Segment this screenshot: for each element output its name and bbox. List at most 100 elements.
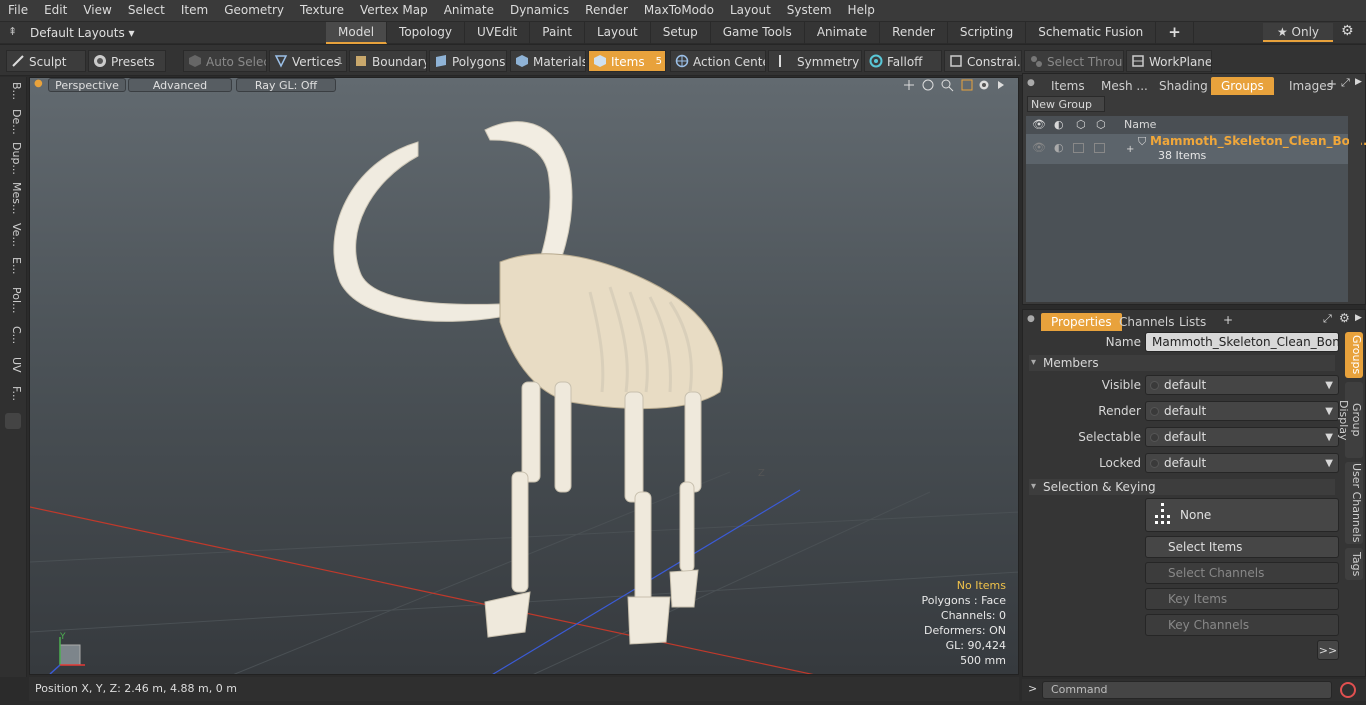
left-tab-curve[interactable]: C... (3, 321, 23, 349)
selectable-dropdown[interactable]: default ▼ (1145, 427, 1339, 447)
expand-row-icon[interactable]: + (1126, 144, 1134, 155)
group-list-scrollbar[interactable] (1349, 116, 1361, 302)
rotate-icon[interactable] (922, 79, 934, 91)
locked-dropdown[interactable]: default ▼ (1145, 453, 1339, 473)
add-props-tab-icon[interactable]: + (1223, 313, 1233, 327)
layout-dropdown[interactable]: Default Layouts ▾ (30, 22, 135, 44)
members-section[interactable]: Members (1029, 355, 1335, 371)
render-dropdown[interactable]: default ▼ (1145, 401, 1339, 421)
fit-icon[interactable] (961, 79, 973, 91)
menu-system[interactable]: System (779, 0, 840, 21)
gear-icon[interactable]: ⚙ (1341, 23, 1354, 39)
side-tab-groups[interactable]: Groups (1345, 332, 1363, 378)
key-channels-button[interactable]: Key Channels (1145, 614, 1339, 636)
tab-scripting[interactable]: Scripting (948, 22, 1027, 44)
viewport-expand-icon[interactable] (998, 81, 1004, 89)
left-tab-edge[interactable]: E... (3, 253, 23, 279)
zoom-icon[interactable] (941, 79, 954, 92)
side-tab-user-channels[interactable]: User Channels (1345, 462, 1363, 544)
left-tab-vertex[interactable]: Ve... (3, 221, 23, 249)
items-button[interactable]: Items 5 (588, 50, 666, 72)
tab-shading[interactable]: Shading (1149, 77, 1218, 95)
menu-texture[interactable]: Texture (292, 0, 352, 21)
props-gear-icon[interactable]: ⚙ (1339, 311, 1350, 325)
command-input[interactable]: Command (1042, 681, 1332, 699)
3d-viewport[interactable]: ● Perspective Advanced Ray GL: Off Z Y N… (29, 77, 1019, 675)
boundary-button[interactable]: Boundary (349, 50, 427, 72)
materials-button[interactable]: Materials (510, 50, 586, 72)
lock-column-icon[interactable]: ⬡ (1096, 118, 1106, 131)
auto-select-button[interactable]: Auto Select (183, 50, 267, 72)
left-tab-uv[interactable]: UV (3, 353, 23, 377)
select-column-icon[interactable]: ⬡ (1076, 118, 1086, 131)
left-tab-basic[interactable]: B... (3, 79, 23, 103)
left-tab-deform[interactable]: De... (3, 107, 23, 137)
mammoth-skeleton-model[interactable] (333, 121, 723, 645)
tab-layout[interactable]: Layout (585, 22, 651, 44)
menu-edit[interactable]: Edit (36, 0, 75, 21)
tab-groups[interactable]: Groups (1211, 77, 1274, 95)
select-channels-button[interactable]: Select Channels (1145, 562, 1339, 584)
left-tab-mesh-edit[interactable]: Mes... (3, 179, 23, 217)
menu-layout[interactable]: Layout (722, 0, 779, 21)
menu-vertex-map[interactable]: Vertex Map (352, 0, 436, 21)
constrain-button[interactable]: Constrai... (944, 50, 1022, 72)
menu-maxtomodo[interactable]: MaxToModo (636, 0, 722, 21)
side-tab-group-display[interactable]: Group Display (1337, 382, 1363, 458)
menu-geometry[interactable]: Geometry (216, 0, 292, 21)
tab-items[interactable]: Items (1041, 77, 1095, 95)
name-input[interactable]: Mammoth_Skeleton_Clean_Bones_Sta (1145, 332, 1339, 352)
menu-item[interactable]: Item (173, 0, 216, 21)
none-button[interactable]: None (1145, 498, 1339, 532)
render-column-icon[interactable]: ◐ (1054, 118, 1064, 131)
visible-dropdown[interactable]: default ▼ (1145, 375, 1339, 395)
viewport-gear-icon[interactable] (979, 80, 989, 90)
tab-topology[interactable]: Topology (387, 22, 466, 44)
pan-icon[interactable] (904, 80, 914, 90)
action-center-button[interactable]: Action Center (670, 50, 766, 72)
left-tab-toggle[interactable] (5, 413, 21, 429)
row-render-icon[interactable]: ◐ (1054, 141, 1064, 154)
record-icon[interactable] (1340, 682, 1356, 698)
add-tab-icon[interactable]: + (1156, 22, 1194, 44)
tab-lists[interactable]: Lists (1169, 313, 1216, 331)
raygl-button[interactable]: Ray GL: Off (236, 78, 336, 92)
menu-render[interactable]: Render (577, 0, 636, 21)
more-button[interactable]: >> (1317, 640, 1339, 660)
expand-props-icon[interactable]: ⤢ (1323, 312, 1332, 326)
select-through-button[interactable]: Select Through (1024, 50, 1124, 72)
viewport-menu-icon[interactable]: ● (34, 78, 43, 89)
vertices-button[interactable]: Vertices 1 (269, 50, 347, 72)
menu-file[interactable]: File (0, 0, 36, 21)
expand-panel-icon[interactable]: ⤢ (1341, 76, 1350, 90)
left-tab-polygon[interactable]: Pol... (3, 283, 23, 317)
tab-schematic-fusion[interactable]: Schematic Fusion (1026, 22, 1157, 44)
tab-model[interactable]: Model (326, 22, 388, 44)
props-menu-icon[interactable]: ● (1027, 314, 1035, 324)
falloff-button[interactable]: Falloff (864, 50, 942, 72)
menu-dynamics[interactable]: Dynamics (502, 0, 577, 21)
row-visibility-icon[interactable]: 👁 (1032, 141, 1046, 154)
key-items-button[interactable]: Key Items (1145, 588, 1339, 610)
row-select-checkbox[interactable] (1073, 143, 1084, 153)
group-name[interactable]: Mammoth_Skeleton_Clean_Bon... (1150, 134, 1366, 148)
panel-menu-icon[interactable]: ● (1027, 78, 1035, 88)
tab-paint[interactable]: Paint (530, 22, 585, 44)
panel-arrow-icon[interactable]: ▶ (1355, 77, 1362, 87)
workplane-button[interactable]: WorkPlane (1126, 50, 1212, 72)
props-arrow-icon[interactable]: ▶ (1355, 313, 1362, 323)
tab-render[interactable]: Render (880, 22, 948, 44)
sculpt-button[interactable]: Sculpt (6, 50, 86, 72)
tab-game-tools[interactable]: Game Tools (711, 22, 805, 44)
visibility-column-icon[interactable]: 👁 (1032, 118, 1046, 131)
tab-animate[interactable]: Animate (805, 22, 881, 44)
only-button[interactable]: ★ Only (1263, 23, 1333, 42)
menu-select[interactable]: Select (120, 0, 173, 21)
name-column-header[interactable]: Name (1124, 118, 1156, 131)
selection-keying-section[interactable]: Selection & Keying (1029, 479, 1335, 495)
add-panel-tab-icon[interactable]: + (1327, 77, 1337, 91)
left-tab-duplicate[interactable]: Dup... (3, 141, 23, 175)
left-tab-fusion[interactable]: F... (3, 381, 23, 407)
menu-view[interactable]: View (75, 0, 119, 21)
tab-setup[interactable]: Setup (651, 22, 711, 44)
